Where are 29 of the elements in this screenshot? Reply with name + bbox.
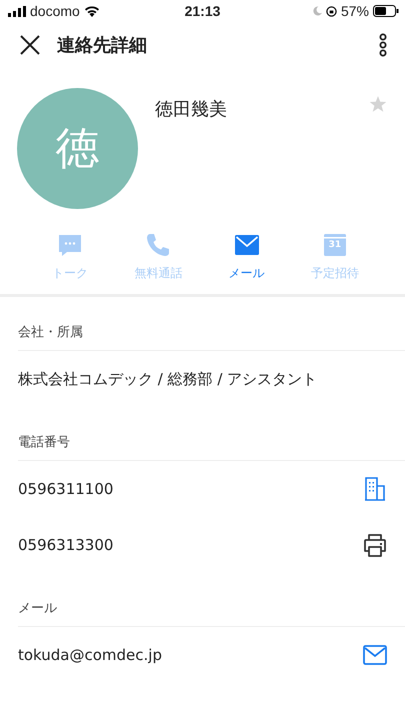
company-text: 株式会社コムデック / 総務部 / アシスタント [18, 370, 318, 388]
phone-number: 0596313300 [18, 536, 114, 554]
phone-icon [146, 233, 170, 257]
avatar: 徳 [17, 88, 138, 209]
clock-time: 21:13 [184, 3, 220, 19]
email-address: tokuda@comdec.jp [18, 646, 162, 664]
section-heading: 会社・所属 [18, 323, 405, 351]
phone-number: 0596311100 [18, 480, 114, 498]
carrier-name: docomo [30, 3, 80, 19]
rotation-lock-icon [326, 6, 337, 16]
envelope-icon [234, 233, 259, 257]
building-icon[interactable] [363, 477, 387, 501]
battery-percent: 57% [340, 3, 369, 19]
section-heading: メール [18, 599, 405, 627]
moon-icon [312, 6, 322, 16]
star-icon[interactable] [369, 95, 387, 113]
mail-action-button[interactable]: メール [206, 233, 287, 282]
close-icon[interactable] [19, 34, 41, 56]
battery-icon [373, 5, 399, 17]
signal-icon [8, 6, 26, 16]
calendar-icon [324, 233, 346, 257]
wifi-icon [84, 5, 100, 17]
envelope-icon[interactable] [363, 645, 387, 665]
page-title: 連絡先詳細 [57, 34, 148, 57]
section-heading: 電話番号 [18, 433, 405, 461]
printer-icon[interactable] [363, 533, 387, 557]
chat-bubble-icon [58, 233, 82, 257]
contact-name: 徳田幾美 [155, 98, 228, 121]
more-icon[interactable] [379, 33, 387, 57]
